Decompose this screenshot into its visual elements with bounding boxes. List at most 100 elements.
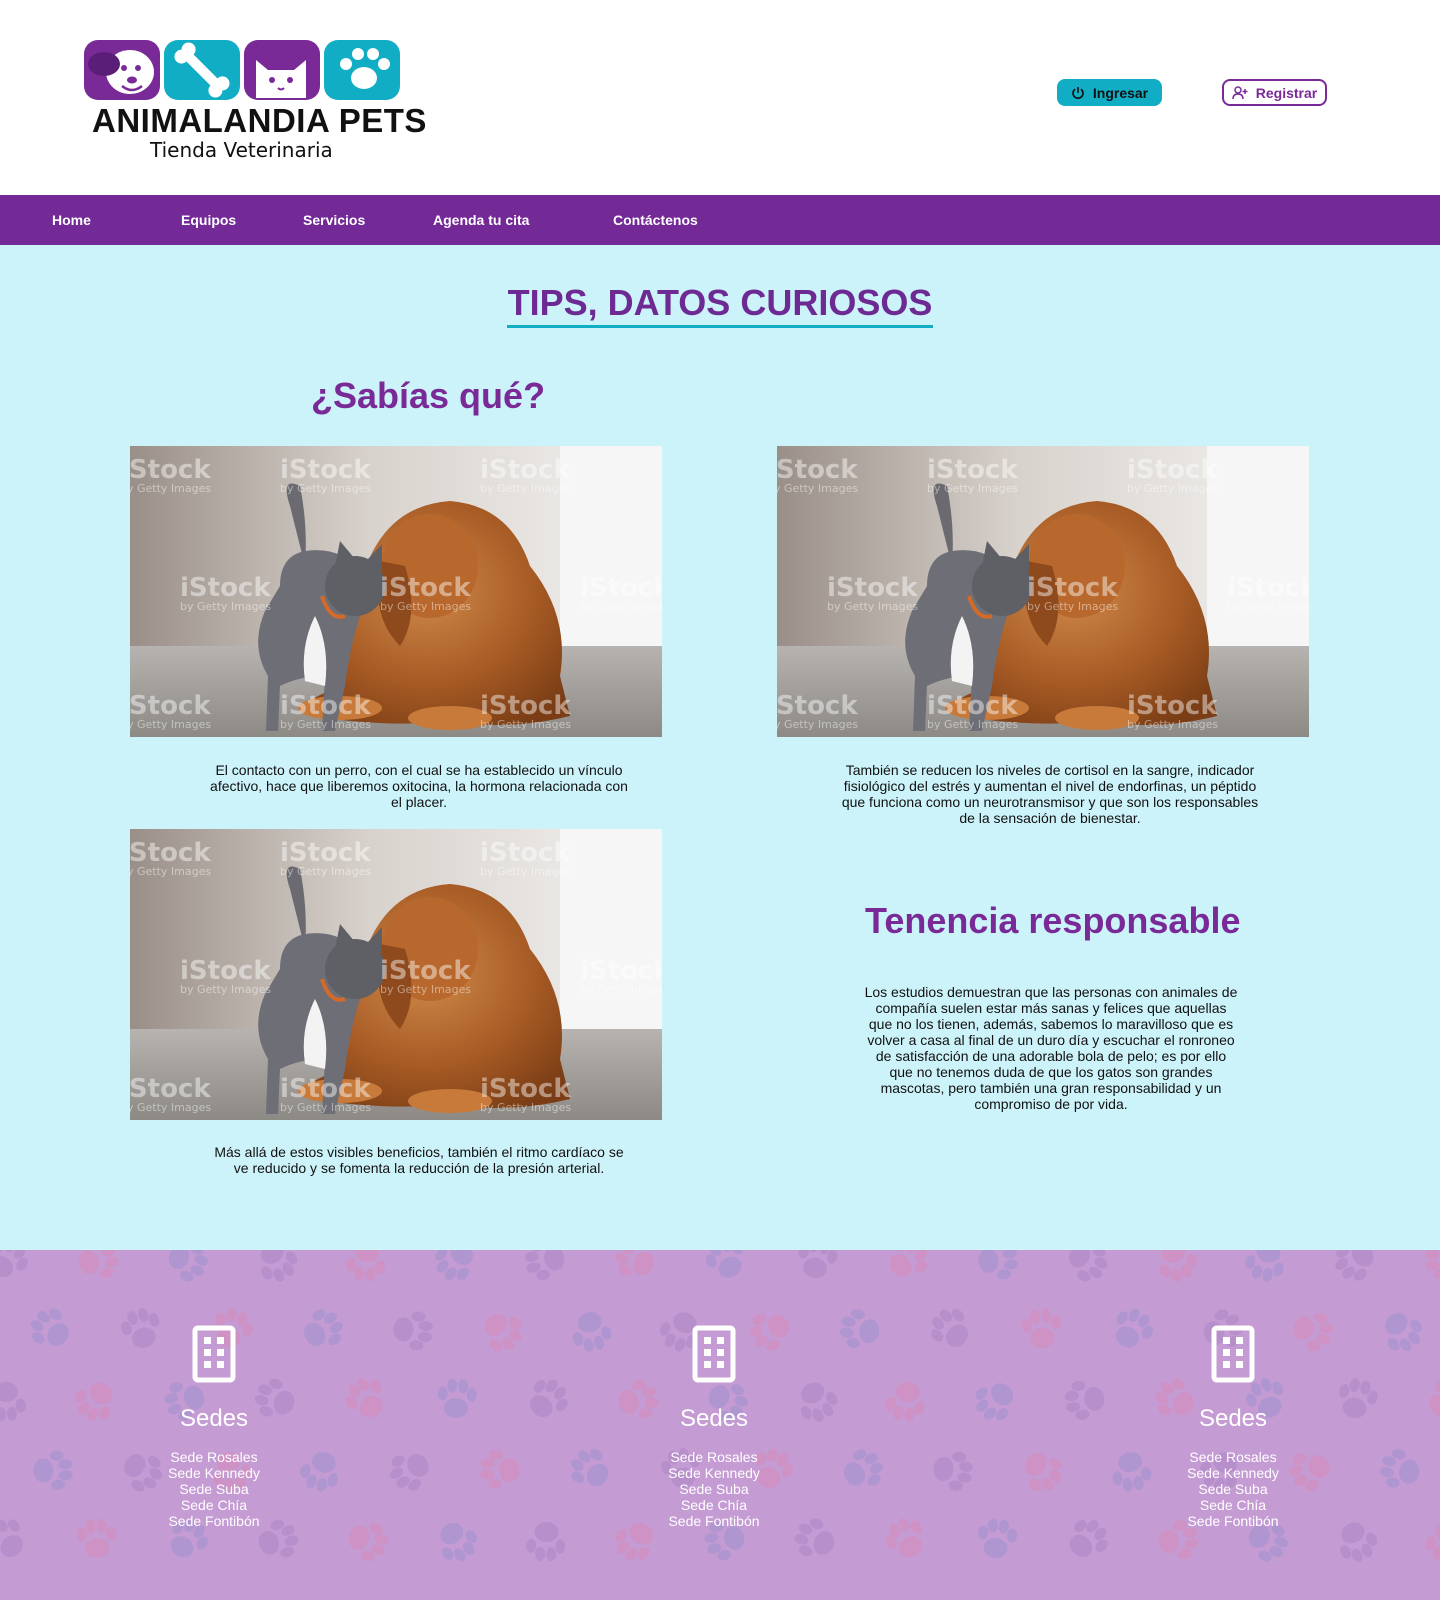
svg-text:iStock: iStock — [827, 573, 918, 603]
nav-item-contactenos[interactable]: Contáctenos — [613, 212, 698, 228]
sede-link[interactable]: Sede Kennedy — [1133, 1465, 1333, 1481]
svg-text:by Getty Images: by Getty Images — [130, 865, 211, 878]
pet-photo-2: iStockby Getty ImagesiStockby Getty Imag… — [777, 446, 1309, 737]
svg-text:by Getty Images: by Getty Images — [180, 983, 271, 996]
svg-text:by Getty Images: by Getty Images — [130, 482, 211, 495]
nav-item-agenda[interactable]: Agenda tu cita — [433, 212, 529, 228]
tip-paragraph-2: También se reducen los niveles de cortis… — [841, 762, 1259, 826]
svg-text:by Getty Images: by Getty Images — [777, 718, 858, 731]
nav-item-home[interactable]: Home — [52, 212, 91, 228]
svg-text:by Getty Images: by Getty Images — [777, 482, 858, 495]
svg-text:iStock: iStock — [1227, 573, 1309, 603]
svg-text:by Getty Images: by Getty Images — [480, 482, 571, 495]
sede-link[interactable]: Sede Chía — [614, 1497, 814, 1513]
svg-text:iStock: iStock — [927, 691, 1018, 721]
svg-text:by Getty Images: by Getty Images — [927, 718, 1018, 731]
tips-section: TIPS, DATOS CURIOSOS ¿Sabías qué? Stock … — [0, 245, 1440, 1250]
svg-text:iStock: iStock — [777, 455, 858, 485]
sede-link[interactable]: Sede Suba — [614, 1481, 814, 1497]
svg-text:by Getty Images: by Getty Images — [130, 1101, 211, 1114]
sedes-list: Sede Rosales Sede Kennedy Sede Suba Sede… — [614, 1449, 814, 1529]
svg-text:by Getty Images: by Getty Images — [1227, 600, 1309, 613]
svg-text:by Getty Images: by Getty Images — [480, 718, 571, 731]
site-header: ANIMALANDIA PETS Tienda Veterinaria Ingr… — [0, 0, 1440, 195]
nav-item-equipos[interactable]: Equipos — [181, 212, 236, 228]
login-button[interactable]: Ingresar — [1057, 79, 1162, 106]
tip-paragraph-3: Más allá de estos visibles beneficios, t… — [214, 1144, 624, 1176]
register-label: Registrar — [1255, 84, 1318, 101]
sede-link[interactable]: Sede Rosales — [114, 1449, 314, 1465]
tip-paragraph-1: El contacto con un perro, con el cual se… — [210, 762, 628, 810]
svg-text:by Getty Images: by Getty Images — [480, 865, 571, 878]
svg-text:iStock: iStock — [580, 573, 662, 603]
sedes-column-2: Sedes Sede Rosales Sede Kennedy Sede Sub… — [614, 1325, 814, 1529]
sedes-list: Sede Rosales Sede Kennedy Sede Suba Sede… — [1133, 1449, 1333, 1529]
power-icon — [1072, 86, 1084, 99]
sede-link[interactable]: Sede Rosales — [614, 1449, 814, 1465]
sede-link[interactable]: Sede Fontibón — [114, 1513, 314, 1529]
svg-text:iStock: iStock — [130, 455, 211, 485]
svg-text:iStock: iStock — [280, 838, 371, 868]
svg-text:iStock: iStock — [380, 956, 471, 986]
svg-text:iStock: iStock — [580, 956, 662, 986]
logo-subtitle: Tienda Veterinaria — [150, 138, 333, 162]
svg-text:iStock: iStock — [1127, 691, 1218, 721]
main-nav: Home Equipos Servicios Agenda tu cita Co… — [0, 195, 1440, 245]
site-footer: Sedes Sede Rosales Sede Kennedy Sede Sub… — [0, 1250, 1440, 1600]
pet-photo-1: iStockby Getty ImagesiStockby Getty Imag… — [130, 446, 662, 737]
svg-text:iStock: iStock — [480, 455, 571, 485]
sedes-column-3: Sedes Sede Rosales Sede Kennedy Sede Sub… — [1133, 1325, 1333, 1529]
building-icon — [692, 1325, 736, 1383]
sedes-title: Sedes — [679, 1405, 749, 1432]
logo-title: ANIMALANDIA PETS — [92, 102, 427, 139]
section-title: TIPS, DATOS CURIOSOS — [506, 283, 934, 328]
sede-link[interactable]: Sede Suba — [1133, 1481, 1333, 1497]
add-user-icon — [1232, 85, 1248, 99]
login-label: Ingresar — [1092, 84, 1149, 101]
svg-text:iStock: iStock — [480, 838, 571, 868]
svg-text:iStock: iStock — [130, 691, 211, 721]
tenencia-heading: Tenencia responsable — [865, 900, 1241, 941]
svg-text:iStock: iStock — [130, 838, 211, 868]
svg-text:iStock: iStock — [480, 1074, 571, 1104]
sabias-heading: ¿Sabías qué? — [311, 375, 546, 416]
svg-text:iStock: iStock — [280, 455, 371, 485]
sedes-column-1: Sedes Sede Rosales Sede Kennedy Sede Sub… — [114, 1325, 314, 1529]
svg-text:iStock: iStock — [380, 573, 471, 603]
brand-logo[interactable]: ANIMALANDIA PETS Tienda Veterinaria — [84, 40, 426, 165]
svg-text:by Getty Images: by Getty Images — [280, 482, 371, 495]
svg-text:iStock: iStock — [280, 1074, 371, 1104]
svg-text:iStock: iStock — [280, 691, 371, 721]
svg-text:by Getty Images: by Getty Images — [927, 482, 1018, 495]
section-title-wrap: TIPS, DATOS CURIOSOS — [0, 283, 1440, 328]
sedes-title: Sedes — [179, 1405, 249, 1432]
building-icon — [1211, 1325, 1255, 1383]
svg-text:by Getty Images: by Getty Images — [1027, 600, 1118, 613]
sede-link[interactable]: Sede Fontibón — [1133, 1513, 1333, 1529]
nav-item-servicios[interactable]: Servicios — [303, 212, 365, 228]
svg-text:iStock: iStock — [480, 691, 571, 721]
svg-text:iStock: iStock — [1027, 573, 1118, 603]
svg-text:by Getty Images: by Getty Images — [130, 718, 211, 731]
sede-link[interactable]: Sede Kennedy — [614, 1465, 814, 1481]
pet-photo-3: iStockby Getty ImagesiStockby Getty Imag… — [130, 829, 662, 1120]
sede-link[interactable]: Sede Rosales — [1133, 1449, 1333, 1465]
svg-text:by Getty Images: by Getty Images — [580, 983, 662, 996]
sedes-title: Sedes — [1198, 1405, 1268, 1432]
svg-text:by Getty Images: by Getty Images — [280, 1101, 371, 1114]
cat-tile-icon — [244, 40, 320, 100]
sede-link[interactable]: Sede Chía — [1133, 1497, 1333, 1513]
sede-link[interactable]: Sede Chía — [114, 1497, 314, 1513]
svg-text:by Getty Images: by Getty Images — [280, 718, 371, 731]
svg-text:iStock: iStock — [130, 1074, 211, 1104]
svg-text:by Getty Images: by Getty Images — [280, 865, 371, 878]
sede-link[interactable]: Sede Suba — [114, 1481, 314, 1497]
paw-tile-icon — [324, 40, 400, 100]
sede-link[interactable]: Sede Kennedy — [114, 1465, 314, 1481]
tenencia-paragraph: Los estudios demuestran que las personas… — [864, 984, 1238, 1112]
svg-text:by Getty Images: by Getty Images — [1127, 482, 1218, 495]
logo-tiles — [84, 40, 400, 100]
register-button[interactable]: Registrar — [1222, 79, 1327, 106]
svg-text:by Getty Images: by Getty Images — [180, 600, 271, 613]
sede-link[interactable]: Sede Fontibón — [614, 1513, 814, 1529]
